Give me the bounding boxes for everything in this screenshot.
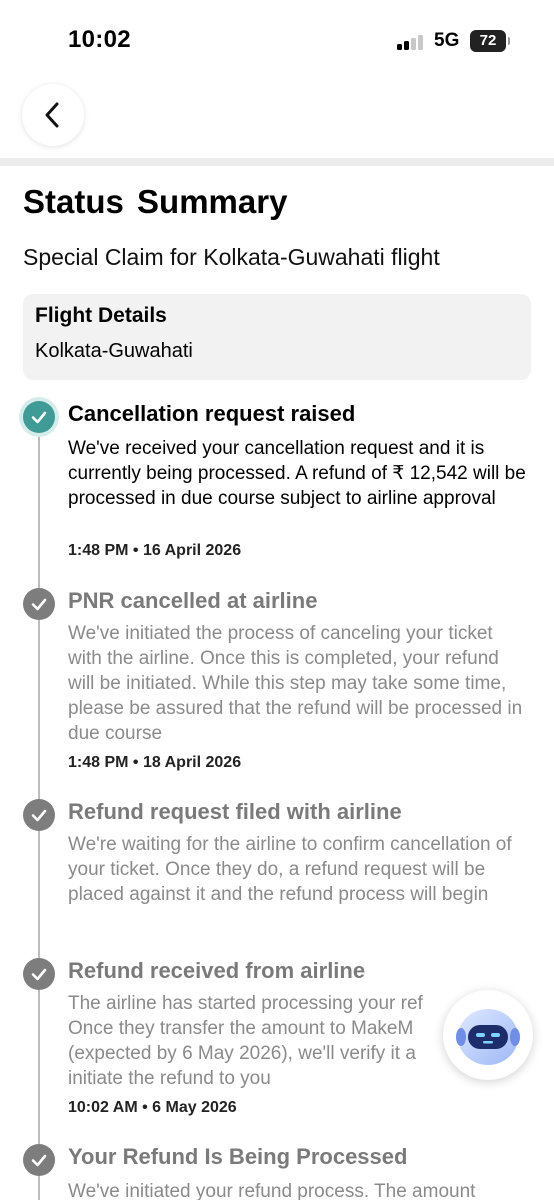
back-button[interactable]	[22, 84, 84, 146]
flight-details-card: Flight Details Kolkata-Guwahati	[23, 294, 531, 380]
header	[0, 84, 554, 160]
step-title: Cancellation request raised	[68, 401, 356, 426]
step-description: We've received your cancellation request…	[68, 438, 526, 509]
check-circle-icon	[23, 1144, 55, 1176]
chevron-left-icon	[45, 102, 59, 128]
flight-details-label: Flight Details	[35, 304, 167, 327]
status-bar: 10:02 5G 72	[0, 0, 554, 84]
step-description: We've initiated the process of canceling…	[68, 623, 523, 744]
step-title: Refund request filed with airline	[68, 799, 402, 824]
status-time: 10:02	[68, 26, 131, 53]
step-timestamp: 10:02 AM • 6 May 2026	[68, 1099, 237, 1116]
step-title: Your Refund Is Being Processed	[68, 1144, 408, 1169]
step-title: Refund received from airline	[68, 958, 366, 983]
cellular-signal-icon	[397, 34, 431, 50]
step-timestamp: 1:48 PM • 16 April 2026	[68, 542, 242, 559]
check-circle-icon	[23, 799, 55, 831]
step-description: We've initiated your refund process. The…	[68, 1181, 476, 1200]
check-circle-icon	[23, 401, 55, 433]
step-title: PNR cancelled at airline	[68, 588, 318, 613]
flight-route: Kolkata-Guwahati	[35, 340, 193, 362]
step-description: We're waiting for the airline to confirm…	[68, 834, 512, 905]
page-subtitle: Special Claim for Kolkata-Guwahati fligh…	[23, 244, 440, 270]
network-type: 5G	[434, 30, 460, 51]
battery-icon: 72	[470, 30, 510, 52]
chatbot-robot-icon	[456, 1009, 520, 1065]
step-description: The airline has started processing your …	[68, 993, 423, 1089]
chatbot-button[interactable]	[443, 990, 533, 1080]
check-circle-icon	[23, 958, 55, 990]
page-title: Status Summary	[23, 183, 288, 220]
header-divider	[0, 158, 554, 166]
check-circle-icon	[23, 588, 55, 620]
step-timestamp: 1:48 PM • 18 April 2026	[68, 754, 242, 771]
